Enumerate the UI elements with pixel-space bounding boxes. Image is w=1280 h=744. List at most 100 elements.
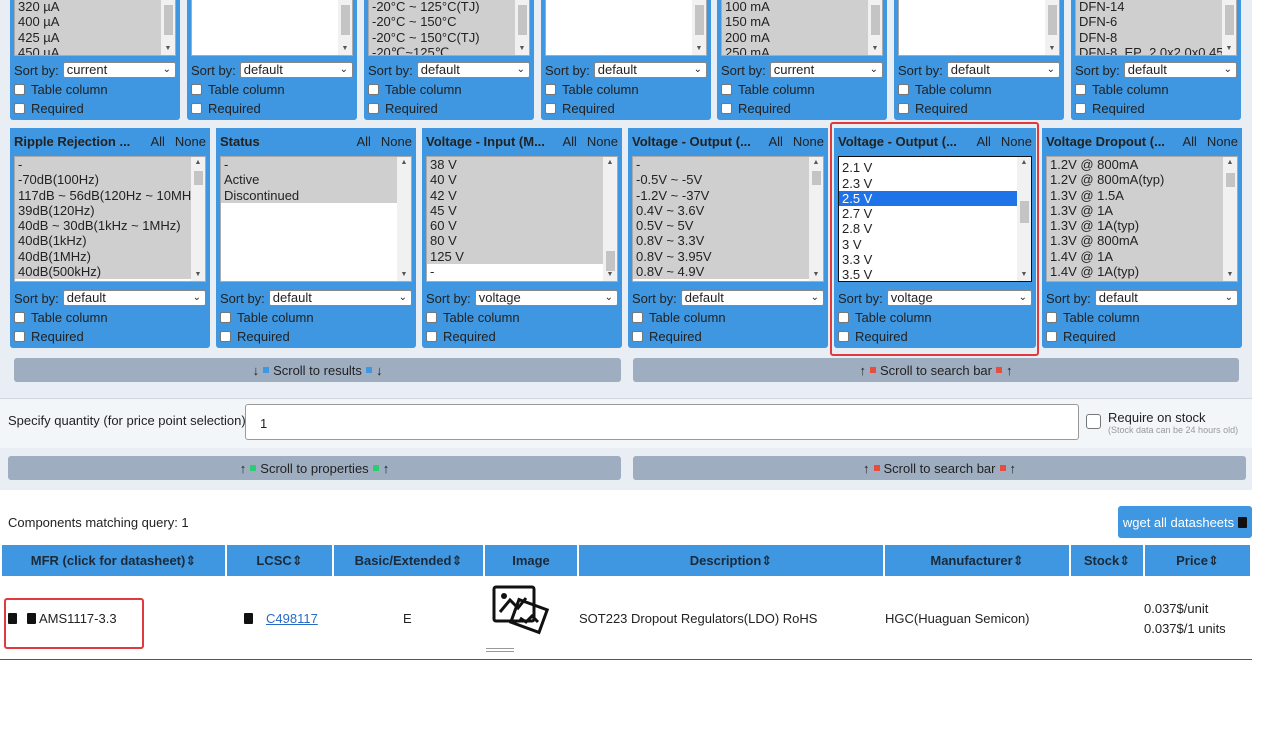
list-option[interactable]: 450 µA — [15, 44, 161, 55]
listbox-scrollbar[interactable]: ▲▼ — [809, 157, 823, 281]
th-lcsc[interactable]: LCSC⇕ — [227, 545, 332, 576]
table-column-checkbox[interactable]: Table column — [1075, 81, 1169, 97]
list-option[interactable]: DFN-8 — [1076, 29, 1222, 45]
sort-select[interactable]: default ⌄ — [946, 62, 1060, 78]
options-listbox[interactable]: ▲▼ — [191, 0, 353, 56]
list-option[interactable]: 40dB(500kHz) — [15, 264, 191, 280]
scroll-down-icon[interactable]: ▼ — [338, 43, 352, 55]
list-option[interactable]: 125 V — [427, 248, 603, 265]
options-listbox[interactable]: 320 µA400 µA425 µA450 µA▲▼ — [14, 0, 176, 56]
table-column-checkbox[interactable]: Table column — [220, 309, 314, 325]
scroll-thumb[interactable] — [518, 5, 527, 35]
scroll-to-search-button-2[interactable]: ↑ Scroll to search bar ↑ — [633, 456, 1246, 480]
table-column-checkbox[interactable]: Table column — [426, 309, 520, 325]
th-description[interactable]: Description⇕ — [579, 545, 883, 576]
list-option[interactable]: Discontinued — [221, 187, 397, 203]
list-option[interactable]: 1.3V @ 800mA — [1047, 233, 1223, 249]
table-column-checkbox[interactable]: Table column — [898, 81, 992, 97]
listbox-scrollbar[interactable]: ▲▼ — [191, 157, 205, 281]
sort-select[interactable]: default ⌄ — [62, 290, 206, 306]
required-checkbox[interactable]: Required — [721, 100, 791, 116]
list-option[interactable]: -0.5V ~ -5V — [633, 172, 809, 188]
scroll-up-icon[interactable]: ▲ — [1045, 0, 1059, 3]
checkbox-box[interactable] — [1046, 311, 1057, 323]
list-option[interactable]: - — [427, 264, 603, 279]
clipboard-icon[interactable] — [8, 612, 17, 624]
scroll-thumb[interactable] — [1048, 5, 1057, 35]
options-listbox[interactable]: 38 V 40 V 42 V 45 V 60 V 80 V 125 V - ▲ ▼ — [426, 156, 618, 282]
scroll-up-icon[interactable]: ▲ — [603, 157, 617, 169]
list-option[interactable]: DFN-6 — [1076, 14, 1222, 30]
pdf-icon[interactable] — [27, 612, 36, 624]
scroll-down-icon[interactable]: ▼ — [515, 43, 529, 55]
select-none-link[interactable]: None — [1207, 134, 1238, 149]
list-option[interactable]: 117dB ~ 56dB(120Hz ~ 10MHz) — [15, 187, 191, 203]
sort-select[interactable]: default ⌄ — [680, 290, 824, 306]
select-none-link[interactable]: None — [381, 134, 412, 149]
required-checkbox[interactable]: Required — [14, 328, 84, 344]
required-checkbox[interactable]: Required — [545, 100, 615, 116]
scroll-up-icon[interactable]: ▲ — [515, 0, 529, 3]
listbox-scrollbar[interactable]: ▲▼ — [692, 0, 706, 55]
scroll-up-icon[interactable]: ▲ — [1223, 157, 1237, 169]
list-option[interactable]: 42 V — [427, 187, 603, 203]
listbox-scrollbar[interactable]: ▲▼ — [338, 0, 352, 55]
listbox-scrollbar[interactable]: ▲▼ — [1045, 0, 1059, 55]
checkbox-box[interactable] — [426, 330, 437, 342]
scroll-down-icon[interactable]: ▼ — [809, 269, 823, 281]
scroll-down-icon[interactable]: ▼ — [1223, 269, 1237, 281]
list-option[interactable]: - — [633, 157, 809, 173]
sort-select[interactable]: default ⌄ — [593, 62, 707, 78]
list-option[interactable]: 320 µA — [15, 0, 161, 15]
scroll-up-icon[interactable]: ▲ — [191, 157, 205, 169]
options-listbox[interactable]: - -0.5V ~ -5V -1.2V ~ -37V 0.4V ~ 3.6V 0.5V … — [632, 156, 824, 282]
scroll-down-icon[interactable]: ▼ — [692, 43, 706, 55]
list-option[interactable]: - — [221, 157, 397, 173]
scroll-thumb[interactable] — [606, 251, 615, 271]
checkbox-box[interactable] — [220, 311, 231, 323]
list-option[interactable]: 0.8V ~ 3.3V — [633, 233, 809, 249]
list-option[interactable]: 40dB ~ 30dB(1kHz ~ 1MHz) — [15, 218, 191, 234]
checkbox-box[interactable] — [721, 83, 732, 95]
mfr-part-link[interactable]: AMS1117-3.3 — [39, 611, 117, 626]
list-option[interactable]: 150 mA — [722, 14, 868, 30]
list-option[interactable]: 0.8V ~ 4.9V — [633, 264, 809, 280]
options-listbox[interactable]: 1.2V @ 800mA 1.2V @ 800mA(typ) 1.3V @ 1.5A… — [1046, 156, 1238, 282]
scroll-up-icon[interactable]: ▲ — [161, 0, 175, 3]
sort-select[interactable]: current ⌄ — [62, 62, 176, 78]
table-column-checkbox[interactable]: Table column — [14, 309, 108, 325]
required-checkbox[interactable]: Required — [1046, 328, 1116, 344]
checkbox-box[interactable] — [14, 83, 25, 95]
th-manufacturer[interactable]: Manufacturer⇕ — [885, 545, 1069, 576]
checkbox-box[interactable] — [14, 311, 25, 323]
checkbox-box[interactable] — [368, 102, 379, 114]
required-checkbox[interactable]: Required — [368, 100, 438, 116]
options-listbox[interactable]: - Active Discontinued ▲ ▼ — [220, 156, 412, 282]
list-option[interactable]: -20°C ~ 150°C — [369, 14, 515, 30]
required-checkbox[interactable]: Required — [191, 100, 261, 116]
list-option[interactable]: 40 V — [427, 172, 603, 188]
options-listbox[interactable]: - -70dB(100Hz) 117dB ~ 56dB(120Hz ~ 10MHz)… — [14, 156, 206, 282]
listbox-scrollbar[interactable]: ▲▼ — [1222, 0, 1236, 55]
wget-datasheets-button[interactable]: wget all datasheets — [1118, 506, 1252, 538]
list-option[interactable]: 0.5V ~ 5V — [633, 218, 809, 234]
list-option[interactable]: 400 µA — [15, 14, 161, 30]
sort-select[interactable]: default ⌄ — [1094, 290, 1238, 306]
select-all-link[interactable]: All — [1182, 134, 1196, 149]
list-option[interactable]: 100 mA — [722, 0, 868, 15]
checkbox-box[interactable] — [721, 102, 732, 114]
checkbox-box[interactable] — [368, 83, 379, 95]
list-option[interactable]: -1.2V ~ -37V — [633, 187, 809, 203]
checkbox-box[interactable] — [898, 83, 909, 95]
scroll-down-icon[interactable]: ▼ — [161, 43, 175, 55]
list-option[interactable]: 1.4V @ 1A(typ) — [1047, 264, 1223, 280]
list-option[interactable]: 1.4V @ 1A — [1047, 248, 1223, 265]
list-option[interactable]: 1.3V @ 1.5A — [1047, 187, 1223, 203]
scroll-thumb[interactable] — [164, 5, 173, 35]
list-option[interactable]: Active — [221, 172, 397, 188]
listbox-scrollbar[interactable]: ▲▼ — [603, 157, 617, 281]
checkbox-box[interactable] — [220, 330, 231, 342]
scroll-up-icon[interactable]: ▲ — [338, 0, 352, 3]
select-none-link[interactable]: None — [793, 134, 824, 149]
list-option[interactable]: 200 mA — [722, 29, 868, 45]
